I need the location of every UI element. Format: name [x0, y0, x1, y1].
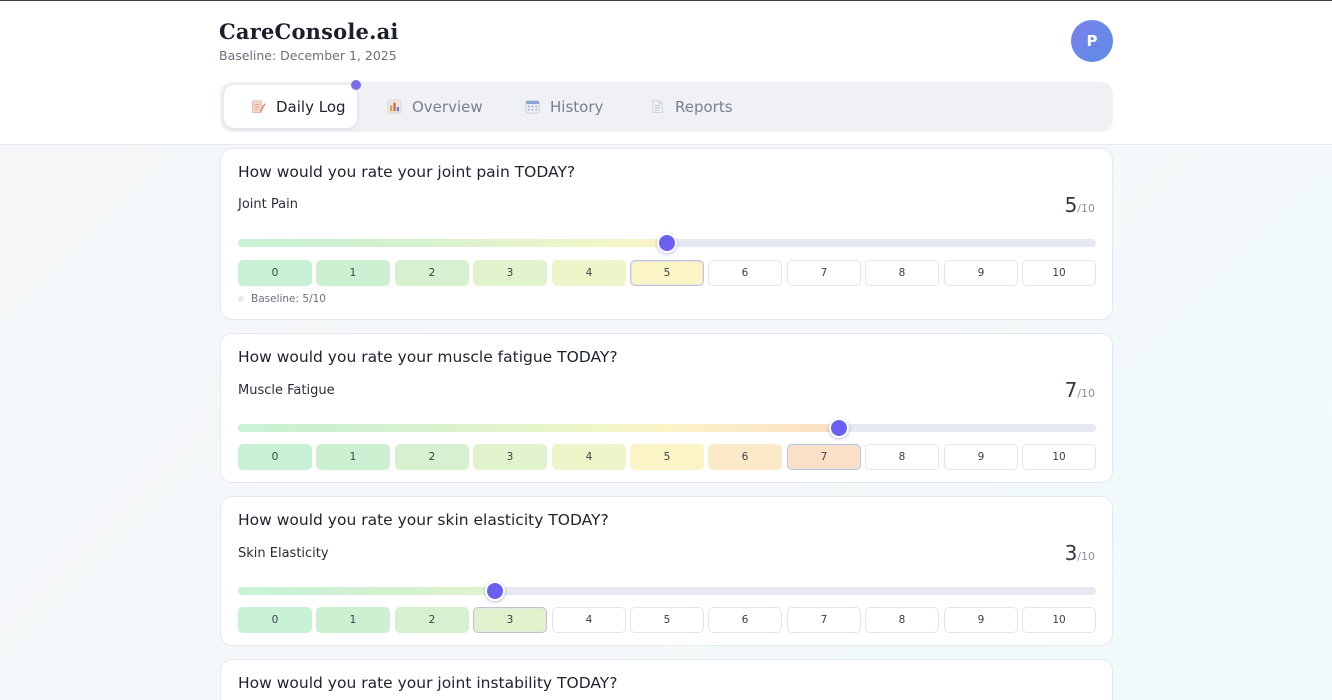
score-value: 5 [1064, 193, 1078, 217]
question-card-muscle-fatigue: How would you rate your muscle fatigue T… [220, 333, 1113, 483]
calendar-icon [524, 99, 540, 115]
rating-option-1[interactable]: 1 [316, 444, 390, 470]
avatar[interactable]: P [1071, 20, 1113, 62]
baseline-dot [238, 296, 244, 302]
rating-slider[interactable] [238, 581, 1096, 601]
metric-label: Muscle Fatigue [238, 383, 335, 398]
score-value: 3 [1064, 541, 1078, 565]
tab-label: Reports [675, 97, 733, 116]
document-icon [649, 99, 665, 115]
tab-reports[interactable]: Reports [623, 85, 753, 128]
slider-fill [238, 239, 667, 247]
rating-option-0[interactable]: 0 [238, 444, 312, 470]
brand-logo: CareConsole.ai [219, 19, 399, 44]
rating-option-6[interactable]: 6 [708, 260, 782, 286]
rating-option-9[interactable]: 9 [944, 444, 1018, 470]
rating-option-0[interactable]: 0 [238, 607, 312, 633]
rating-option-5[interactable]: 5 [630, 607, 704, 633]
rating-option-1[interactable]: 1 [316, 260, 390, 286]
rating-option-4[interactable]: 4 [552, 444, 626, 470]
app-header: CareConsole.ai Baseline: December 1, 202… [0, 1, 1332, 145]
slider-thumb[interactable] [828, 418, 849, 438]
score-max: /10 [1077, 387, 1095, 400]
tab-label: Daily Log [276, 97, 346, 116]
tab-overview[interactable]: Overview [360, 85, 498, 128]
baseline-date: Baseline: December 1, 2025 [219, 48, 397, 63]
slider-fill [238, 587, 496, 595]
rating-options: 0 1 2 3 4 5 6 7 8 9 10 [238, 444, 1096, 470]
rating-slider[interactable] [238, 418, 1096, 438]
bar-chart-icon [386, 99, 402, 115]
question-text: How would you rate your skin elasticity … [238, 511, 609, 529]
score-value: 7 [1064, 378, 1078, 402]
rating-options: 0 1 2 3 4 5 6 7 8 9 10 [238, 607, 1096, 633]
score-display: 5/10 [1065, 193, 1095, 217]
rating-option-2[interactable]: 2 [395, 444, 469, 470]
rating-option-10[interactable]: 10 [1022, 260, 1096, 286]
tab-history[interactable]: History [498, 85, 623, 128]
tab-daily-log[interactable]: Daily Log [224, 85, 357, 128]
slider-thumb[interactable] [485, 581, 506, 601]
question-card-joint-instability: How would you rate your joint instabilit… [220, 659, 1113, 700]
tab-label: Overview [412, 97, 483, 116]
rating-option-5[interactable]: 5 [630, 260, 704, 286]
question-text: How would you rate your joint pain TODAY… [238, 163, 576, 181]
rating-option-1[interactable]: 1 [316, 607, 390, 633]
rating-option-5[interactable]: 5 [630, 444, 704, 470]
rating-option-7[interactable]: 7 [787, 607, 861, 633]
rating-option-2[interactable]: 2 [395, 607, 469, 633]
metric-label: Joint Pain [238, 197, 298, 212]
question-card-joint-pain: How would you rate your joint pain TODAY… [220, 148, 1113, 320]
rating-option-2[interactable]: 2 [395, 260, 469, 286]
rating-option-8[interactable]: 8 [865, 607, 939, 633]
score-max: /10 [1077, 202, 1095, 215]
question-text: How would you rate your joint instabilit… [238, 674, 618, 692]
rating-option-7[interactable]: 7 [787, 260, 861, 286]
metric-label: Skin Elasticity [238, 546, 329, 561]
rating-option-4[interactable]: 4 [552, 260, 626, 286]
slider-thumb[interactable] [657, 233, 677, 253]
rating-option-10[interactable]: 10 [1022, 607, 1096, 633]
rating-option-3[interactable]: 3 [473, 444, 547, 470]
rating-options: 0 1 2 3 4 5 6 7 8 9 10 [238, 260, 1096, 286]
rating-option-3[interactable]: 3 [473, 260, 547, 286]
rating-option-9[interactable]: 9 [944, 607, 1018, 633]
baseline-note: Baseline: 5/10 [238, 293, 326, 305]
score-display: 7/10 [1065, 378, 1095, 402]
active-indicator-dot [351, 80, 361, 90]
question-text: How would you rate your muscle fatigue T… [238, 348, 618, 366]
slider-fill [238, 424, 839, 432]
baseline-text: Baseline: 5/10 [251, 293, 326, 305]
score-max: /10 [1077, 550, 1095, 563]
rating-option-9[interactable]: 9 [944, 260, 1018, 286]
rating-slider[interactable] [238, 233, 1096, 253]
rating-option-6[interactable]: 6 [708, 444, 782, 470]
tab-label: History [550, 97, 604, 116]
rating-option-3[interactable]: 3 [473, 607, 547, 633]
question-card-skin-elasticity: How would you rate your skin elasticity … [220, 496, 1113, 646]
rating-option-4[interactable]: 4 [552, 607, 626, 633]
rating-option-7[interactable]: 7 [787, 444, 861, 470]
rating-option-6[interactable]: 6 [708, 607, 782, 633]
rating-option-0[interactable]: 0 [238, 260, 312, 286]
rating-option-10[interactable]: 10 [1022, 444, 1096, 470]
rating-option-8[interactable]: 8 [865, 260, 939, 286]
pencil-memo-icon [250, 99, 266, 115]
score-display: 3/10 [1065, 541, 1095, 565]
rating-option-8[interactable]: 8 [865, 444, 939, 470]
